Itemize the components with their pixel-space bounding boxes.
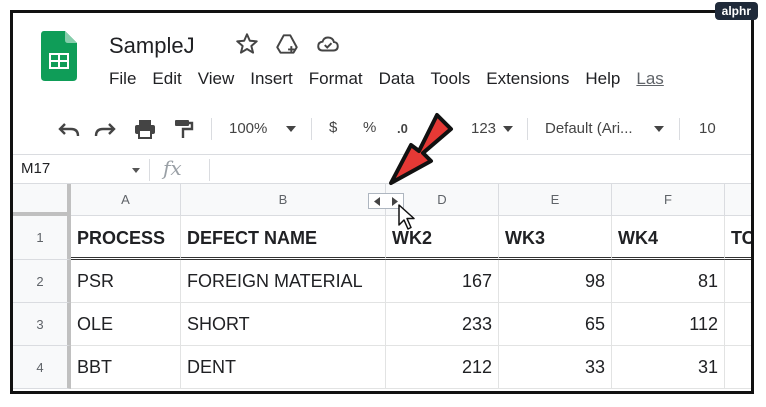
menu-format[interactable]: Format: [309, 69, 363, 89]
cell-b3[interactable]: SHORT: [181, 303, 386, 346]
chevron-down-icon[interactable]: [502, 125, 514, 133]
row-header-2[interactable]: 2: [13, 260, 71, 303]
zoom-select[interactable]: 100%: [229, 120, 267, 137]
row-header-4[interactable]: 4: [13, 346, 71, 389]
cell-g2[interactable]: [725, 260, 751, 303]
header-cell-total[interactable]: TO: [725, 216, 751, 260]
move-to-drive-icon[interactable]: [274, 31, 300, 57]
toolbar: 100% $ % .0 .00 123 Default (Ari... 10: [13, 107, 751, 148]
column-header-b[interactable]: B: [181, 184, 386, 216]
cell-f3[interactable]: 112: [612, 303, 725, 346]
percent-format-button[interactable]: %: [363, 119, 376, 136]
column-header-e[interactable]: E: [499, 184, 612, 216]
menu-extensions[interactable]: Extensions: [486, 69, 569, 89]
red-arrow-annotation-icon: [389, 113, 453, 185]
menu-insert[interactable]: Insert: [250, 69, 293, 89]
menu-help[interactable]: Help: [585, 69, 620, 89]
chevron-down-icon[interactable]: [131, 167, 141, 174]
header-cell-process[interactable]: PROCESS: [71, 216, 181, 260]
undo-icon[interactable]: [57, 118, 81, 140]
redo-icon[interactable]: [93, 118, 117, 140]
toolbar-divider: [211, 118, 212, 140]
paint-format-icon[interactable]: [171, 117, 195, 141]
row-header-1[interactable]: 1: [13, 216, 71, 260]
row-header-3[interactable]: 3: [13, 303, 71, 346]
name-box[interactable]: M17: [21, 160, 50, 177]
toolbar-divider: [527, 118, 528, 140]
cell-a2[interactable]: PSR: [71, 260, 181, 303]
currency-format-button[interactable]: $: [329, 119, 337, 136]
chevron-down-icon[interactable]: [653, 125, 665, 133]
google-sheets-logo-icon[interactable]: [41, 31, 77, 81]
font-select[interactable]: Default (Ari...: [545, 120, 633, 137]
cell-f2[interactable]: 81: [612, 260, 725, 303]
cell-g4[interactable]: [725, 346, 751, 389]
cell-a3[interactable]: OLE: [71, 303, 181, 346]
menu-bar: File Edit View Insert Format Data Tools …: [109, 69, 680, 89]
cell-e4[interactable]: 33: [499, 346, 612, 389]
toolbar-divider: [679, 118, 680, 140]
star-icon[interactable]: [234, 31, 260, 57]
print-icon[interactable]: [133, 117, 157, 141]
arrow-left-icon: [374, 197, 380, 206]
header-cell-wk4[interactable]: WK4: [612, 216, 725, 260]
font-size-input[interactable]: 10: [699, 120, 716, 137]
chevron-down-icon[interactable]: [285, 125, 297, 133]
fx-icon: fx: [163, 156, 182, 180]
header-cell-wk3[interactable]: WK3: [499, 216, 612, 260]
cell-b2[interactable]: FOREIGN MATERIAL: [181, 260, 386, 303]
cell-d4[interactable]: 212: [386, 346, 499, 389]
sheets-window: SampleJ File Edit View Insert Format Dat…: [10, 10, 754, 394]
formula-bar: M17 fx: [13, 154, 751, 184]
cell-g3[interactable]: [725, 303, 751, 346]
menu-file[interactable]: File: [109, 69, 136, 89]
mouse-cursor-icon: [398, 204, 415, 230]
menu-tools[interactable]: Tools: [431, 69, 471, 89]
toolbar-divider: [311, 118, 312, 140]
column-header-a[interactable]: A: [71, 184, 181, 216]
cell-e3[interactable]: 65: [499, 303, 612, 346]
cell-b4[interactable]: DENT: [181, 346, 386, 389]
cell-a4[interactable]: BBT: [71, 346, 181, 389]
select-all-corner[interactable]: [13, 184, 71, 216]
alphr-watermark: alphr: [714, 2, 758, 20]
column-header-g[interactable]: [725, 184, 751, 216]
formula-divider: [149, 159, 150, 181]
last-edit-link[interactable]: Las: [636, 69, 663, 89]
cell-d3[interactable]: 233: [386, 303, 499, 346]
menu-view[interactable]: View: [198, 69, 235, 89]
menu-data[interactable]: Data: [379, 69, 415, 89]
column-header-f[interactable]: F: [612, 184, 725, 216]
more-formats-button[interactable]: 123: [471, 120, 496, 137]
header-cell-defect-name[interactable]: DEFECT NAME: [181, 216, 386, 260]
document-title[interactable]: SampleJ: [109, 33, 195, 59]
cell-d2[interactable]: 167: [386, 260, 499, 303]
cloud-saved-icon[interactable]: [315, 31, 341, 57]
cell-e2[interactable]: 98: [499, 260, 612, 303]
menu-edit[interactable]: Edit: [152, 69, 181, 89]
formula-divider: [209, 159, 210, 181]
cell-f4[interactable]: 31: [612, 346, 725, 389]
